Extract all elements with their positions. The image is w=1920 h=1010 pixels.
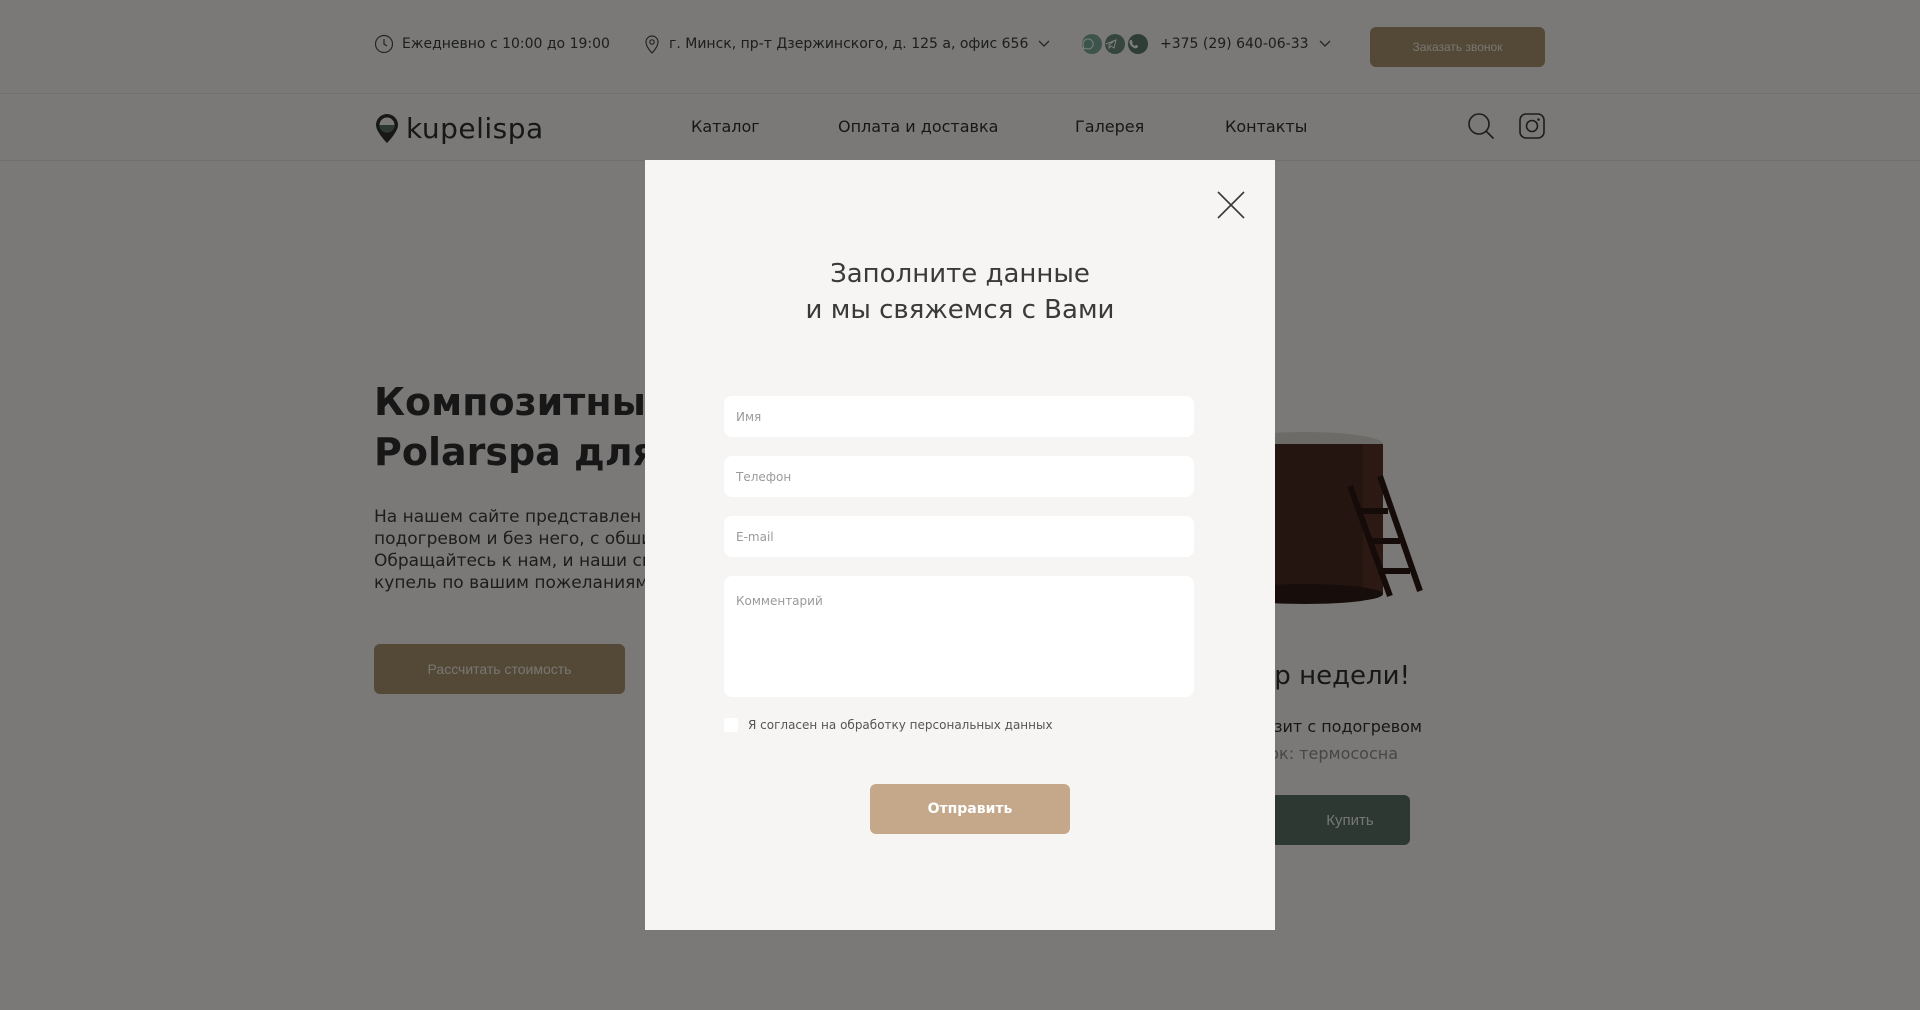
close-icon[interactable] [1215,189,1247,221]
modal-title: Заполните данные и мы свяжемся с Вами [645,256,1275,328]
consent-checkbox[interactable] [724,718,738,732]
submit-button[interactable]: Отправить [870,784,1070,834]
name-field[interactable] [724,396,1194,437]
consent-checkbox-row[interactable]: Я согласен на обработку персональных дан… [724,718,1053,732]
modal-title-line2: и мы свяжемся с Вами [805,295,1115,325]
callback-form-modal: Заполните данные и мы свяжемся с Вами Я … [645,160,1275,930]
comment-field[interactable] [724,576,1194,697]
phone-field[interactable] [724,456,1194,497]
modal-title-line1: Заполните данные [830,259,1090,289]
consent-label: Я согласен на обработку персональных дан… [748,718,1053,732]
email-field[interactable] [724,516,1194,557]
